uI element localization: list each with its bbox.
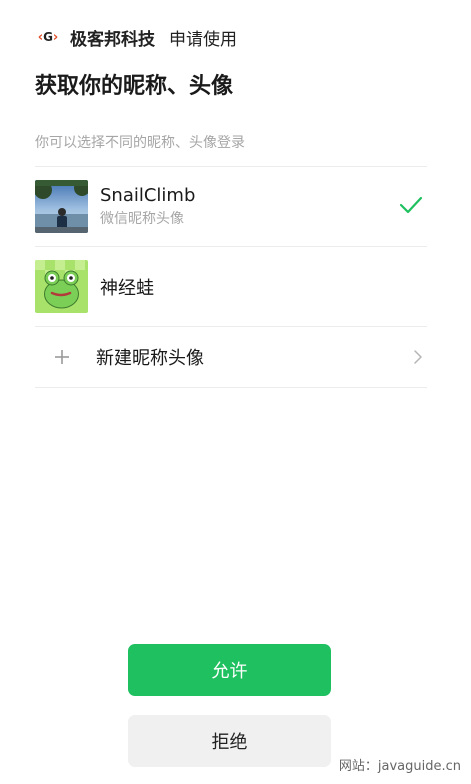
page-subtitle: 你可以选择不同的昵称、头像登录: [35, 135, 245, 151]
new-profile-option[interactable]: 新建昵称头像: [35, 327, 427, 387]
plus-icon: [35, 342, 88, 372]
divider: [35, 387, 427, 388]
profile-option-frog[interactable]: 神经蛙: [35, 247, 427, 326]
deny-button[interactable]: 拒绝: [128, 715, 331, 767]
app-logo-icon: ‹ G ›: [37, 29, 59, 45]
request-text: 申请使用: [169, 29, 237, 50]
profile-nickname: 神经蛙: [100, 277, 154, 299]
profile-source-label: 微信昵称头像: [100, 211, 184, 227]
check-icon: [399, 196, 423, 214]
watermark-text: 网站：javaguide.cn: [338, 759, 461, 774]
profile-options-list: SnailClimb 微信昵称头像 神经蛙 新建昵称头像: [35, 166, 427, 388]
frog-avatar-icon: [35, 260, 88, 313]
profile-nickname: SnailClimb: [100, 185, 196, 206]
app-header: ‹ G › 极客邦科技 申请使用: [34, 24, 237, 50]
avatar-photo-icon: [35, 180, 88, 233]
profile-option-wechat[interactable]: SnailClimb 微信昵称头像: [35, 167, 427, 246]
chevron-right-icon: [414, 350, 422, 364]
new-profile-label: 新建昵称头像: [96, 348, 204, 369]
allow-button[interactable]: 允许: [128, 644, 331, 696]
page-title: 获取你的昵称、头像: [35, 74, 234, 99]
authorization-page: ‹ G › 极客邦科技 申请使用 获取你的昵称、头像 你可以选择不同的昵称、头像登录: [0, 0, 471, 784]
app-name: 极客邦科技: [70, 29, 155, 50]
